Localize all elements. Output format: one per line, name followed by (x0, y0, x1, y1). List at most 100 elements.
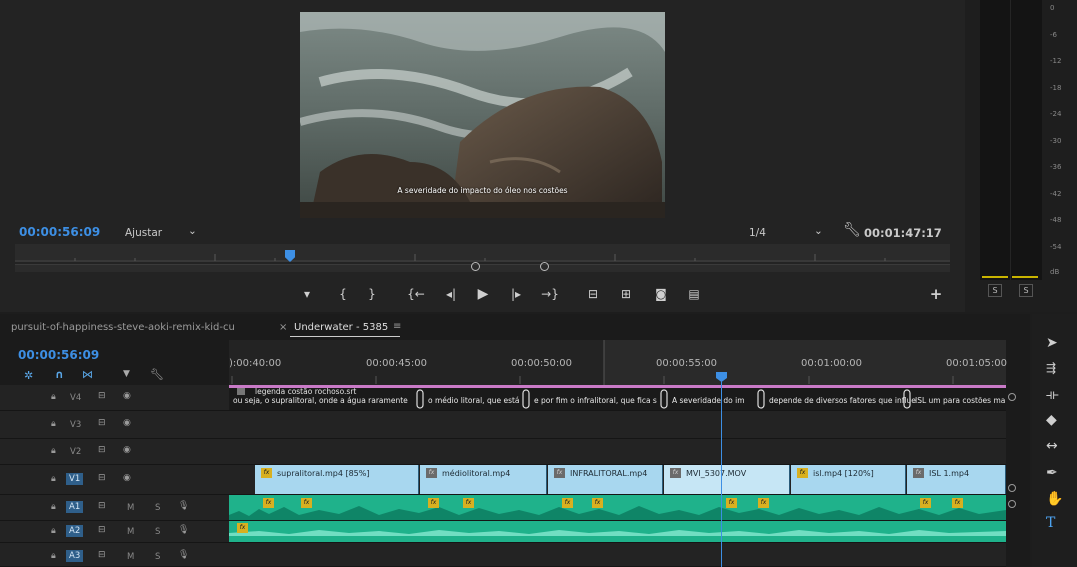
snap-icon[interactable]: ✲ (24, 369, 33, 382)
lock-icon[interactable]: 🔒︎ (51, 502, 56, 512)
microphone-icon[interactable]: 🎙︎ (178, 501, 189, 511)
lock-icon[interactable]: 🔒︎ (51, 526, 56, 536)
extract-icon[interactable]: ⊞ (615, 287, 637, 301)
button-editor-icon[interactable]: ▤ (683, 287, 705, 301)
track-v4[interactable]: legenda costão rochoso.srt ou seja, o su… (229, 385, 1006, 411)
filmstrip-icon[interactable]: ⊟ (98, 445, 106, 455)
lock-icon[interactable]: 🔒︎ (51, 446, 56, 456)
solo-button[interactable]: S (155, 527, 160, 537)
track-v1[interactable]: fx supralitoral.mp4 [85%] fx médiolitora… (229, 465, 1006, 495)
eye-icon[interactable]: ◉ (123, 418, 131, 428)
video-clip[interactable]: fx supralitoral.mp4 [85%] (255, 465, 419, 494)
insert-sequence-icon[interactable]: ⋈ (82, 368, 93, 381)
step-back-icon[interactable]: ◂| (440, 287, 462, 301)
chevron-down-icon[interactable]: ⌄ (188, 225, 197, 237)
video-clip[interactable]: fx INFRALITORAL.mp4 (548, 465, 663, 494)
video-clip[interactable]: fx MVI_5307.MOV (664, 465, 790, 494)
lock-icon[interactable]: 🔒︎ (51, 419, 56, 429)
audio-clip[interactable]: fx (229, 521, 1006, 542)
tab-underwater-sequence[interactable]: Underwater - 5385 (294, 322, 388, 333)
track-label-a1[interactable]: A1 (66, 501, 84, 513)
meter-right-level (1012, 276, 1038, 278)
scroll-handle[interactable] (1008, 393, 1016, 401)
razor-icon[interactable]: ◆ (1046, 412, 1057, 428)
resolution-dropdown-label[interactable]: 1/4 (749, 227, 766, 239)
solo-left-button[interactable]: S (988, 284, 1002, 297)
eye-icon[interactable]: ◉ (123, 391, 131, 401)
time-ruler[interactable] (229, 340, 1006, 385)
video-clip[interactable]: fx isl.mp4 [120%] (791, 465, 906, 494)
track-label-v1[interactable]: V1 (66, 473, 84, 485)
tab-close-icon[interactable]: × (279, 322, 287, 333)
lock-icon[interactable]: 🔒︎ (51, 474, 56, 484)
tab-menu-icon[interactable]: ≡ (393, 321, 401, 332)
microphone-icon[interactable]: 🎙︎ (178, 550, 189, 560)
slip-tool-icon[interactable]: ↔ (1046, 438, 1058, 454)
filmstrip-icon[interactable]: ⊟ (98, 501, 106, 511)
video-preview[interactable]: A severidade do impacto do óleo nos cost… (300, 12, 665, 218)
filmstrip-icon[interactable]: ⊟ (98, 550, 106, 560)
track-v3[interactable] (229, 411, 1006, 439)
track-select-icon[interactable]: ⇶ (1046, 361, 1056, 375)
step-forward-icon[interactable]: |▸ (505, 287, 527, 301)
track-a1[interactable]: fx fx fx fx fx fx fx fx fx fx (229, 495, 1006, 521)
go-to-out-icon[interactable]: →} (539, 287, 561, 301)
track-a3[interactable] (229, 543, 1006, 567)
zoom-scrollbar[interactable] (15, 264, 950, 272)
zoom-handle-right[interactable] (540, 262, 549, 271)
lock-icon[interactable]: 🔒︎ (51, 551, 56, 561)
camera-icon[interactable]: ◙ (650, 287, 672, 301)
db-tick: -18 (1050, 84, 1062, 92)
scroll-handle[interactable] (1008, 484, 1016, 492)
wrench-icon[interactable]: 🔧︎ (150, 368, 164, 381)
lock-icon[interactable]: 🔒︎ (51, 392, 56, 402)
filmstrip-icon[interactable]: ⊟ (98, 391, 106, 401)
mark-out-icon[interactable]: } (361, 287, 383, 301)
solo-button[interactable]: S (155, 503, 160, 513)
fit-dropdown[interactable]: Ajustar (125, 227, 162, 239)
linked-selection-icon[interactable]: ∩ (55, 368, 64, 381)
audio-clip[interactable]: fx fx fx fx fx fx fx fx fx fx (229, 495, 1006, 520)
filmstrip-icon[interactable]: ⊟ (98, 525, 106, 535)
mute-button[interactable]: M (127, 552, 134, 562)
track-v2[interactable] (229, 439, 1006, 465)
track-label-a3[interactable]: A3 (66, 550, 84, 562)
add-marker-icon[interactable]: ▼ (123, 369, 130, 379)
mute-button[interactable]: M (127, 527, 134, 537)
pen-tool-icon[interactable]: ✒ (1046, 465, 1058, 481)
add-marker-icon[interactable]: ▾ (296, 287, 318, 301)
type-tool-icon[interactable]: T (1046, 515, 1055, 531)
chevron-down-icon[interactable]: ⌄ (814, 225, 823, 237)
track-label-v4: V4 (70, 393, 82, 403)
solo-button[interactable]: S (155, 552, 160, 562)
microphone-icon[interactable]: 🎙︎ (178, 525, 189, 535)
ripple-edit-icon[interactable]: ⟛ (1046, 387, 1059, 403)
filmstrip-icon[interactable]: ⊟ (98, 473, 106, 483)
solo-right-button[interactable]: S (1019, 284, 1033, 297)
eye-icon[interactable]: ◉ (123, 473, 131, 483)
timeline-timecode[interactable]: 00:00:56:09 (18, 348, 99, 362)
tab-pursuit-sequence[interactable]: pursuit-of-happiness-steve-aoki-remix-ki… (11, 322, 235, 333)
mark-in-icon[interactable]: { (332, 287, 354, 301)
meter-left-level (982, 276, 1008, 278)
mute-button[interactable]: M (127, 503, 134, 513)
filmstrip-icon[interactable]: ⊟ (98, 418, 106, 428)
zoom-handle-left[interactable] (471, 262, 480, 271)
add-button-icon[interactable]: + (925, 285, 947, 303)
lift-icon[interactable]: ⊟ (582, 287, 604, 301)
playhead-timecode[interactable]: 00:00:56:09 (19, 225, 100, 239)
monitor-scrubber[interactable] (15, 244, 950, 262)
go-to-in-icon[interactable]: {← (405, 287, 427, 301)
duration-timecode: 00:01:47:17 (864, 226, 942, 240)
wrench-icon[interactable]: 🔧︎ (843, 222, 861, 238)
scroll-handle[interactable] (1008, 500, 1016, 508)
hand-tool-icon[interactable]: ✋ (1046, 491, 1063, 507)
track-label-a2[interactable]: A2 (66, 525, 84, 537)
clip-name: médiolitoral.mp4 (442, 469, 511, 478)
video-clip[interactable]: fx médiolitoral.mp4 (420, 465, 547, 494)
play-icon[interactable]: ▶ (472, 286, 494, 302)
video-clip[interactable]: fx ISL 1.mp4 (907, 465, 1006, 494)
selection-tool-icon[interactable]: ➤ (1046, 335, 1058, 351)
track-a2[interactable]: fx (229, 521, 1006, 543)
eye-icon[interactable]: ◉ (123, 445, 131, 455)
